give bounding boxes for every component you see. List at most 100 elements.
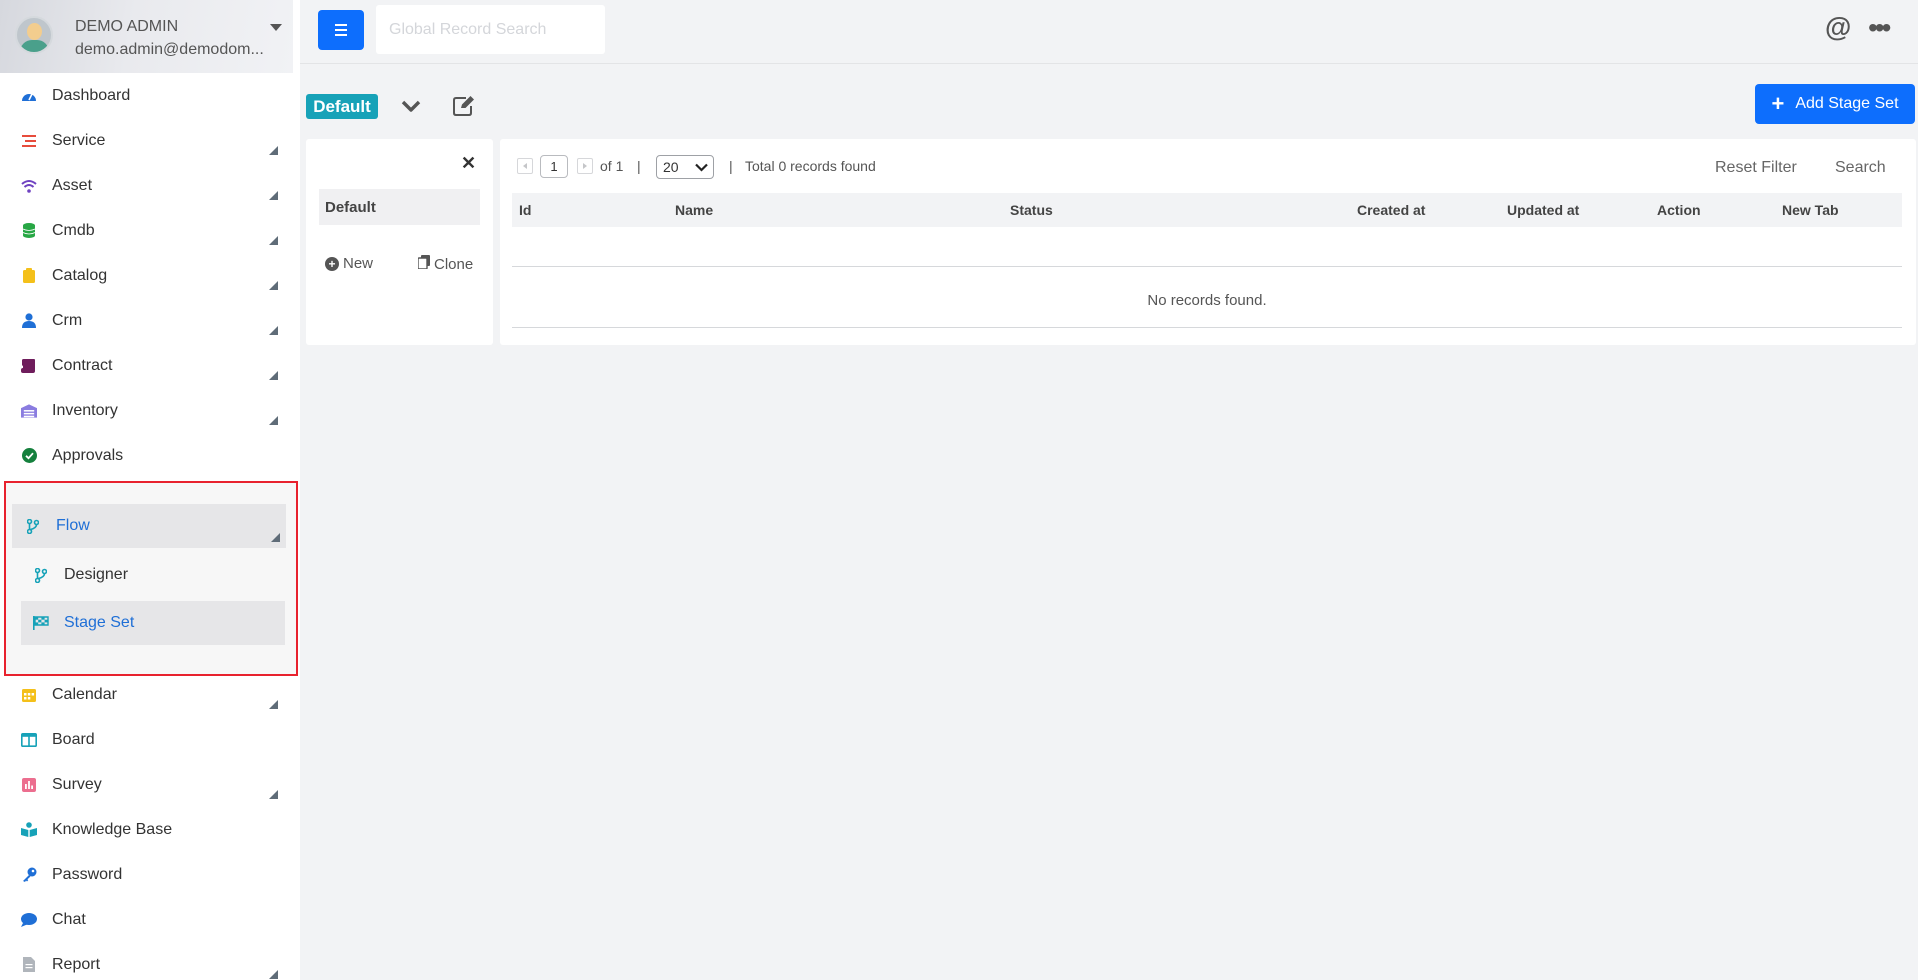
columns-icon — [21, 732, 37, 748]
clone-button[interactable]: Clone — [417, 255, 474, 273]
sidebar-item-label: Service — [52, 131, 106, 149]
page-number-input[interactable]: 1 — [540, 155, 568, 178]
page-size-select[interactable]: 20 — [656, 155, 714, 179]
sidebar-item-label: Calendar — [52, 685, 117, 703]
sidebar-item-chat[interactable]: Chat — [0, 897, 300, 942]
sidebar-item-survey[interactable]: Survey — [0, 762, 300, 807]
sidebar-item-label: Stage Set — [64, 614, 135, 631]
sidebar-item-label: Report — [52, 955, 101, 973]
page-size-value: 20 — [663, 159, 679, 175]
sidebar-item-cmdb[interactable]: Cmdb — [0, 208, 300, 253]
flow-group: Flow Designer Stage Set — [4, 481, 298, 676]
wifi-icon — [21, 178, 37, 194]
sidebar-subitem-stage-set[interactable]: Stage Set — [21, 601, 285, 645]
code-branch-icon — [25, 518, 41, 534]
empty-message: No records found. — [1147, 292, 1267, 309]
expand-arrow-icon[interactable] — [269, 146, 278, 155]
sidebar: DEMO ADMIN demo.admin@demodom... Dashboa… — [0, 0, 300, 980]
reset-filter-link[interactable]: Reset Filter — [1715, 159, 1797, 177]
clone-label: Clone — [434, 255, 474, 273]
add-stage-set-label: Add Stage Set — [1795, 95, 1899, 112]
search-link[interactable]: Search — [1835, 159, 1886, 177]
expand-arrow-icon[interactable] — [269, 416, 278, 425]
column-header-action: Action — [1657, 202, 1701, 218]
code-branch-icon — [33, 567, 49, 583]
sidebar-nav: Dashboard Service Asset Cmdb Catalog Crm — [0, 73, 300, 478]
sidebar-item-approvals[interactable]: Approvals — [0, 433, 300, 478]
avatar — [15, 16, 53, 54]
sidebar-item-report[interactable]: Report — [0, 942, 300, 980]
column-header-new-tab: New Tab — [1782, 202, 1839, 218]
top-bar: @ ••• — [300, 0, 1918, 64]
sidebar-item-flow[interactable]: Flow — [12, 504, 286, 548]
global-search-input[interactable] — [376, 5, 605, 54]
new-label: New — [343, 255, 374, 272]
divider — [512, 327, 1902, 328]
expand-arrow-icon[interactable] — [269, 326, 278, 335]
records-total: Total 0 records found — [745, 158, 876, 174]
stage-set-badge[interactable]: Default — [306, 94, 378, 119]
column-header-id[interactable]: Id — [519, 202, 531, 218]
clipboard-icon — [21, 268, 37, 284]
expand-arrow-icon[interactable] — [269, 790, 278, 799]
separator: | — [637, 158, 641, 174]
records-panel: 1 of 1 | 20 | Total 0 records found Rese… — [500, 139, 1916, 345]
poll-icon — [21, 777, 37, 793]
sidebar-item-calendar[interactable]: Calendar — [0, 672, 300, 717]
menu-toggle-button[interactable] — [318, 10, 364, 50]
sidebar-item-crm[interactable]: Crm — [0, 298, 300, 343]
expand-arrow-icon[interactable] — [269, 371, 278, 380]
sidebar-subitem-designer[interactable]: Designer — [21, 553, 285, 597]
profile-email: demo.admin@demodom... — [75, 41, 264, 58]
sidebar-item-label: Asset — [52, 176, 93, 194]
profile-name: DEMO ADMIN — [75, 18, 179, 35]
calendar-icon — [21, 687, 37, 703]
prev-page-button[interactable] — [517, 158, 533, 174]
sidebar-nav-lower: Calendar Board Survey Knowledge Base Pas… — [0, 672, 300, 980]
plus-icon: + — [1771, 91, 1785, 116]
sidebar-item-inventory[interactable]: Inventory — [0, 388, 300, 433]
expand-arrow-icon[interactable] — [269, 970, 278, 979]
sidebar-item-service[interactable]: Service — [0, 118, 300, 163]
sidebar-item-catalog[interactable]: Catalog — [0, 253, 300, 298]
scroll-icon — [21, 358, 37, 374]
list-item[interactable]: Default — [319, 189, 480, 225]
at-icon[interactable]: @ — [1825, 12, 1851, 43]
user-profile[interactable]: DEMO ADMIN demo.admin@demodom... — [0, 0, 293, 73]
sidebar-item-label: Cmdb — [52, 221, 95, 239]
sidebar-item-dashboard[interactable]: Dashboard — [0, 73, 300, 118]
database-icon — [21, 223, 37, 239]
add-stage-set-button[interactable]: + Add Stage Set — [1755, 84, 1915, 124]
edit-icon[interactable] — [453, 96, 475, 116]
sidebar-item-label: Knowledge Base — [52, 820, 173, 838]
expand-arrow-icon[interactable] — [269, 700, 278, 709]
sidebar-item-label: Designer — [64, 566, 129, 583]
more-options-icon[interactable]: ••• — [1868, 14, 1891, 42]
sidebar-item-contract[interactable]: Contract — [0, 343, 300, 388]
sidebar-item-label: Chat — [52, 910, 86, 928]
chevron-down-icon[interactable] — [401, 98, 421, 114]
expand-arrow-icon[interactable] — [269, 281, 278, 290]
expand-arrow-icon[interactable] — [271, 533, 280, 542]
close-icon[interactable]: ✕ — [461, 153, 476, 174]
user-icon — [21, 313, 37, 329]
new-button[interactable]: + New — [325, 255, 373, 272]
column-header-name[interactable]: Name — [675, 202, 713, 218]
key-icon — [21, 867, 37, 883]
expand-arrow-icon[interactable] — [269, 191, 278, 200]
gauge-icon — [21, 88, 37, 104]
column-header-updated-at[interactable]: Updated at — [1507, 202, 1579, 218]
sidebar-item-knowledge-base[interactable]: Knowledge Base — [0, 807, 300, 852]
sidebar-item-board[interactable]: Board — [0, 717, 300, 762]
expand-arrow-icon[interactable] — [269, 236, 278, 245]
list-icon — [21, 133, 37, 149]
sidebar-item-password[interactable]: Password — [0, 852, 300, 897]
sidebar-item-asset[interactable]: Asset — [0, 163, 300, 208]
next-page-button[interactable] — [577, 158, 593, 174]
check-circle-icon — [21, 448, 37, 464]
column-header-created-at[interactable]: Created at — [1357, 202, 1425, 218]
stage-set-list-panel: ✕ Default + New Clone — [306, 139, 493, 345]
caret-down-icon[interactable] — [270, 24, 282, 31]
comment-icon — [21, 912, 37, 928]
column-header-status[interactable]: Status — [1010, 202, 1053, 218]
